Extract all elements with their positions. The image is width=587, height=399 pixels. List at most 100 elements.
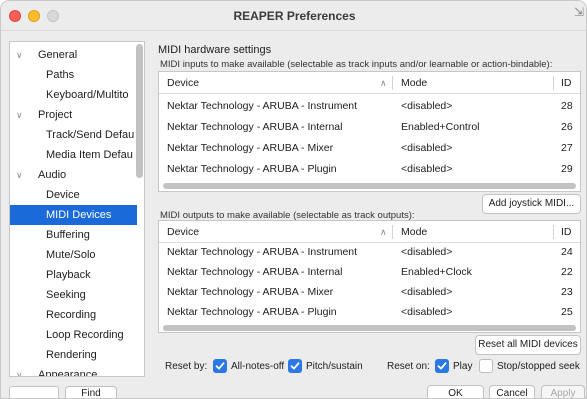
device-cell: Nektar Technology - ARUBA - Internal [167,266,343,278]
table-row[interactable]: Nektar Technology - ARUBA - Plugin <disa… [159,159,580,180]
table-row[interactable]: Nektar Technology - ARUBA - Instrument <… [159,96,580,117]
sidebar-item-midi-devices[interactable]: MIDI Devices [10,205,137,225]
sidebar-item-label: Playback [46,269,91,281]
sidebar-item-keyboard[interactable]: Keyboard/Multito [10,85,137,105]
sidebar-item-label: Project [38,109,73,121]
title-bar[interactable]: REAPER Preferences ⇲ [1,1,586,31]
reset-all-midi-devices-button[interactable]: Reset all MIDI devices [475,335,581,355]
midi-inputs-list[interactable]: Device ∧ Mode ID Nektar Technology - ARU… [158,71,581,192]
pitch-sustain-checkbox[interactable] [288,359,302,373]
mode-cell: Enabled+Clock [401,266,472,278]
find-input[interactable] [9,386,59,398]
sidebar-item-appearance[interactable]: ∨ Appearance [10,365,137,376]
chevron-down-icon[interactable]: ∨ [16,105,23,125]
sidebar-item-label: Loop Recording [46,329,124,341]
sidebar-item-label: Media Item Defau [46,149,133,161]
sidebar-item-recording[interactable]: Recording [10,305,137,325]
list-header: Device ∧ Mode ID [159,221,580,243]
sidebar-item-loop-recording[interactable]: Loop Recording [10,325,137,345]
chevron-down-icon[interactable]: ∨ [16,45,23,65]
inputs-horizontal-scrollbar[interactable] [163,183,576,189]
sidebar-item-playback[interactable]: Playback [10,265,137,285]
find-button[interactable]: Find [65,386,117,398]
play-label[interactable]: Play [453,359,472,375]
sort-ascending-icon[interactable]: ∧ [380,72,387,94]
id-cell: 24 [561,246,573,258]
sidebar-item-device[interactable]: Device [10,185,137,205]
device-cell: Nektar Technology - ARUBA - Plugin [167,163,337,175]
sidebar-item-seeking[interactable]: Seeking [10,285,137,305]
section-title: MIDI hardware settings [158,44,272,56]
table-row[interactable]: Nektar Technology - ARUBA - Internal Ena… [159,262,580,283]
apply-button[interactable]: Apply [541,385,585,398]
column-header-mode[interactable]: Mode [401,221,427,243]
stop-stopped-seek-checkbox[interactable] [479,359,493,373]
sidebar-item-rendering[interactable]: Rendering [10,345,137,365]
sidebar-item-paths[interactable]: Paths [10,65,137,85]
table-row[interactable]: Nektar Technology - ARUBA - Internal Ena… [159,117,580,138]
play-checkbox[interactable] [435,359,449,373]
column-header-mode[interactable]: Mode [401,72,427,94]
chevron-down-icon[interactable]: ∨ [16,365,23,376]
mode-cell: <disabled> [401,246,453,258]
stop-stopped-seek-label[interactable]: Stop/stopped seek [497,359,580,375]
chevron-down-icon[interactable]: ∨ [16,165,23,185]
table-row[interactable]: Nektar Technology - ARUBA - Instrument <… [159,242,580,263]
id-cell: 25 [561,306,573,318]
device-cell: Nektar Technology - ARUBA - Mixer [167,142,334,154]
sidebar-item-label: Paths [46,69,75,81]
ok-button[interactable]: OK [427,385,484,398]
id-cell: 22 [561,266,573,278]
sidebar-item-audio[interactable]: ∨ Audio [10,165,137,185]
table-row[interactable]: Nektar Technology - ARUBA - Mixer <disab… [159,282,580,303]
sidebar-item-label: Track/Send Defau [46,129,135,141]
column-header-device[interactable]: Device [167,221,199,243]
sidebar-item-label: Device [46,189,80,201]
mode-cell: <disabled> [401,306,453,318]
mode-cell: <disabled> [401,163,453,175]
device-cell: Nektar Technology - ARUBA - Internal [167,121,343,133]
inputs-caption: MIDI inputs to make available (selectabl… [160,59,553,70]
window-title: REAPER Preferences [233,9,356,23]
pitch-sustain-label[interactable]: Pitch/sustain [306,359,363,375]
checkmark-icon [290,362,300,370]
reset-by-label: Reset by: [165,361,208,372]
column-divider[interactable] [392,225,393,239]
preferences-tree[interactable]: ∨ General Paths Keyboard/Multito ∨ Proje… [9,41,145,377]
all-notes-off-checkbox[interactable] [213,359,227,373]
midi-outputs-list[interactable]: Device ∧ Mode ID Nektar Technology - ARU… [158,220,581,333]
sidebar-item-label: Seeking [46,289,86,301]
id-cell: 26 [561,121,573,133]
sidebar-item-track-send-defaults[interactable]: Track/Send Defau [10,125,137,145]
resize-handle-icon[interactable]: ⇲ [574,5,584,19]
sidebar-scrollbar[interactable] [136,44,143,178]
checkmark-icon [215,362,225,370]
sidebar-item-buffering[interactable]: Buffering [10,225,137,245]
sidebar-item-media-item-defaults[interactable]: Media Item Defau [10,145,137,165]
table-row[interactable]: Nektar Technology - ARUBA - Plugin <disa… [159,302,580,323]
add-joystick-midi-button[interactable]: Add joystick MIDI... [482,194,581,214]
column-divider[interactable] [392,76,393,90]
sidebar-item-label: Recording [46,309,97,321]
id-cell: 29 [561,163,573,175]
sort-ascending-icon[interactable]: ∧ [380,221,387,243]
column-header-device[interactable]: Device [167,72,199,94]
mode-cell: <disabled> [401,100,453,112]
sidebar-item-general[interactable]: ∨ General [10,45,137,65]
outputs-horizontal-scrollbar[interactable] [163,325,576,331]
reset-on-label: Reset on: [387,361,430,372]
cancel-button[interactable]: Cancel [489,385,535,398]
sidebar-item-label: General [38,49,78,61]
table-row[interactable]: Nektar Technology - ARUBA - Mixer <disab… [159,138,580,159]
column-divider[interactable] [553,225,554,239]
sidebar-item-project[interactable]: ∨ Project [10,105,137,125]
column-header-id[interactable]: ID [561,72,572,94]
list-header: Device ∧ Mode ID [159,72,580,94]
sidebar-item-mute-solo[interactable]: Mute/Solo [10,245,137,265]
mode-cell: <disabled> [401,286,453,298]
mode-cell: <disabled> [401,142,453,154]
mode-cell: Enabled+Control [401,121,480,133]
column-divider[interactable] [553,76,554,90]
column-header-id[interactable]: ID [561,221,572,243]
all-notes-off-label[interactable]: All-notes-off [231,359,284,375]
